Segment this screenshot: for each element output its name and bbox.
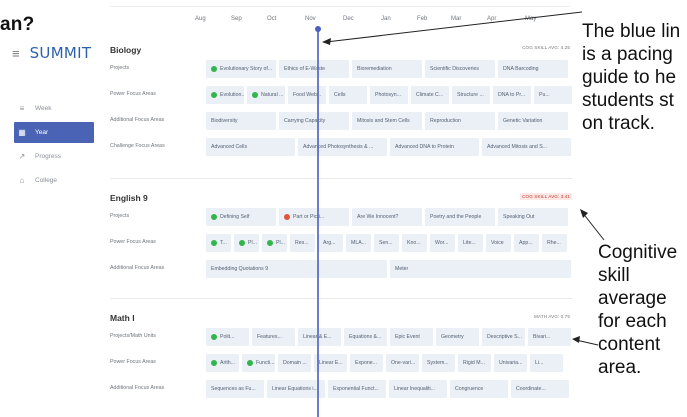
annotation-arrows: [322, 11, 605, 346]
pacing-arrow-line: [325, 11, 583, 43]
pacing-arrow-head: [322, 38, 331, 45]
skill-arrow-head: [580, 209, 588, 218]
skill-arrow-line: [581, 211, 605, 241]
math-arrow-head: [572, 336, 580, 343]
